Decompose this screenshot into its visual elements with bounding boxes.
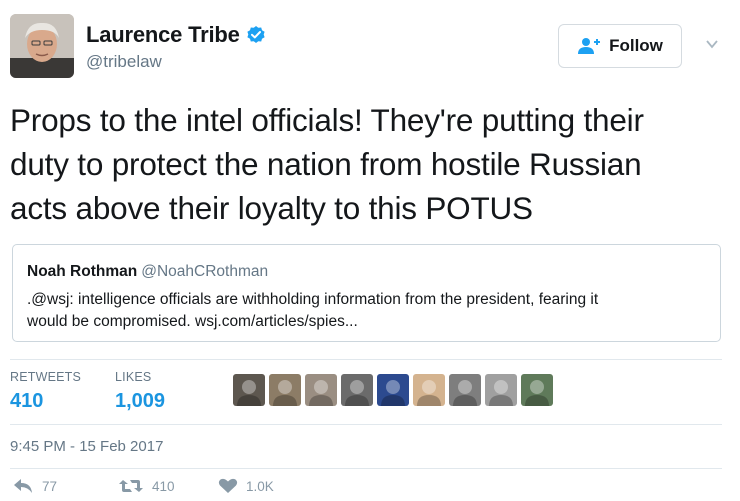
tweet-text: Props to the intel officials! They're pu… <box>10 98 722 230</box>
author-name-row[interactable]: Laurence Tribe <box>86 22 266 48</box>
liker-avatar[interactable] <box>233 374 265 406</box>
verified-badge-icon <box>246 25 266 45</box>
quoted-author-name: Noah Rothman <box>27 263 138 280</box>
retweets-value: 410 <box>10 390 44 412</box>
like-count: 1.0K <box>246 478 274 494</box>
chevron-down-icon[interactable] <box>704 36 720 52</box>
reply-icon <box>12 478 34 494</box>
divider <box>10 468 722 469</box>
tweet-text-line: duty to protect the nation from hostile … <box>10 146 642 182</box>
retweet-action[interactable]: 410 <box>118 478 175 494</box>
tweet-timestamp[interactable]: 9:45 PM - 15 Feb 2017 <box>10 438 163 455</box>
heart-icon <box>218 478 238 494</box>
liker-avatar[interactable] <box>305 374 337 406</box>
likes-value: 1,009 <box>115 390 166 412</box>
liker-avatar[interactable] <box>377 374 409 406</box>
liker-avatar[interactable] <box>413 374 445 406</box>
retweet-icon <box>118 478 144 494</box>
likes-stat[interactable]: LIKES 1,009 <box>115 370 165 413</box>
add-user-icon <box>577 37 601 55</box>
quoted-text-line: .@wsj: intelligence officials are withho… <box>27 291 599 308</box>
quoted-text-line: would be compromised. wsj.com/articles/s… <box>27 313 358 330</box>
liker-avatar[interactable] <box>341 374 373 406</box>
like-action[interactable]: 1.0K <box>218 478 274 494</box>
retweets-stat[interactable]: RETWEETS 410 <box>10 370 81 413</box>
quoted-author-handle: @NoahCRothman <box>141 263 269 280</box>
retweet-count: 410 <box>152 478 175 494</box>
likers-avatars <box>233 374 553 406</box>
user-handle[interactable]: @tribelaw <box>86 52 162 72</box>
quoted-author-row: Noah Rothman @NoahCRothman <box>27 263 706 281</box>
avatar[interactable] <box>10 14 74 78</box>
tweet-text-line: acts above their loyalty to this POTUS <box>10 190 533 226</box>
reply-count: 77 <box>42 478 58 494</box>
liker-avatar[interactable] <box>521 374 553 406</box>
reply-action[interactable]: 77 <box>12 478 57 494</box>
follow-button[interactable]: Follow <box>558 24 682 68</box>
liker-avatar[interactable] <box>485 374 517 406</box>
quoted-tweet-card[interactable]: Noah Rothman @NoahCRothman .@wsj: intelli… <box>12 244 721 342</box>
retweets-label: RETWEETS <box>10 370 82 384</box>
display-name[interactable]: Laurence Tribe <box>86 22 240 48</box>
follow-button-label: Follow <box>609 36 663 55</box>
divider <box>10 359 722 360</box>
likes-label: LIKES <box>115 370 152 384</box>
tweet-text-line: Props to the intel officials! They're pu… <box>10 102 644 138</box>
divider <box>10 424 722 425</box>
quoted-tweet-text: .@wsj: intelligence officials are withho… <box>27 289 706 333</box>
liker-avatar[interactable] <box>269 374 301 406</box>
liker-avatar[interactable] <box>449 374 481 406</box>
